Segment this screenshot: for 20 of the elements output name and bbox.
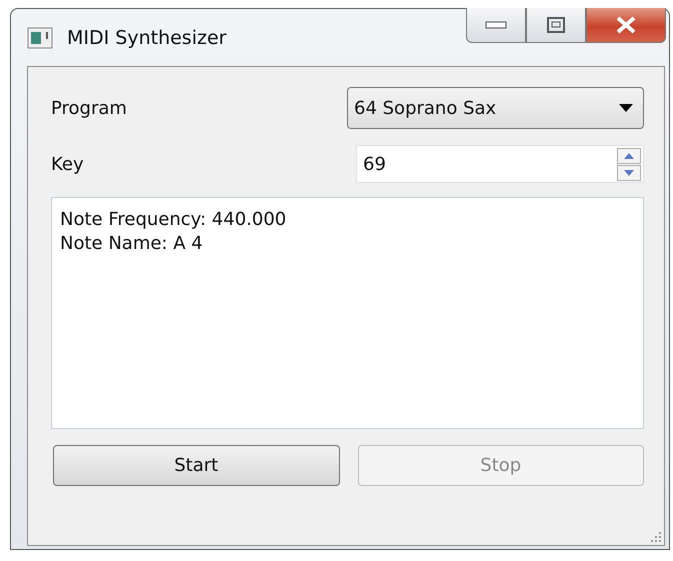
resize-grip-icon[interactable] bbox=[649, 530, 661, 542]
minimize-icon bbox=[485, 20, 507, 30]
minimize-button[interactable] bbox=[466, 8, 526, 43]
close-button[interactable] bbox=[586, 8, 666, 43]
down-arrow-icon bbox=[624, 170, 634, 176]
program-label: Program bbox=[51, 98, 128, 118]
spin-up-button[interactable] bbox=[617, 148, 641, 164]
window-title: MIDI Synthesizer bbox=[67, 26, 226, 48]
program-dropdown[interactable]: 64 Soprano Sax bbox=[347, 87, 644, 129]
maximize-icon bbox=[547, 17, 565, 33]
app-icon bbox=[27, 26, 53, 48]
key-spinbox[interactable]: 69 bbox=[356, 145, 644, 183]
spin-down-button[interactable] bbox=[617, 164, 641, 180]
output-text-area[interactable]: Note Frequency: 440.000 Note Name: A 4 bbox=[51, 197, 644, 429]
close-icon bbox=[615, 16, 637, 34]
key-label: Key bbox=[51, 154, 85, 174]
start-button[interactable]: Start bbox=[53, 445, 340, 486]
up-arrow-icon bbox=[624, 152, 634, 158]
maximize-button[interactable] bbox=[526, 8, 586, 43]
caret-icon bbox=[619, 104, 633, 112]
